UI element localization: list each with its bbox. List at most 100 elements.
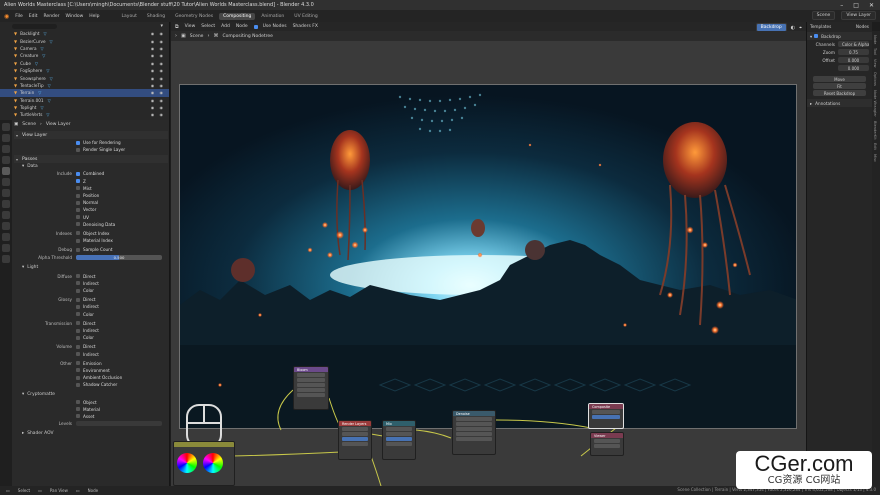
- sidebar-tab-node-wrangler[interactable]: Node Wrangler: [873, 90, 877, 117]
- sidebar-tab-options[interactable]: Options: [873, 72, 877, 86]
- menu-item-file[interactable]: File: [15, 14, 23, 19]
- nodes-menu[interactable]: Nodes: [856, 24, 869, 29]
- composite-node[interactable]: Composite: [588, 403, 624, 429]
- shaders-fx-menu[interactable]: Shaders FX: [293, 24, 318, 29]
- properties-tab-icon[interactable]: [2, 134, 10, 142]
- pass-checkbox[interactable]: Other Emission: [14, 360, 168, 367]
- color-balance-node[interactable]: [173, 441, 235, 486]
- properties-tab-icon[interactable]: [2, 189, 10, 197]
- pass-checkbox[interactable]: Mist: [14, 185, 168, 192]
- tab-compositing[interactable]: Compositing: [219, 12, 256, 20]
- sidebar-tab-view[interactable]: View: [873, 59, 877, 68]
- light-subpanel-header[interactable]: ▾ Light: [14, 264, 168, 271]
- outliner-item[interactable]: ▼ Creature ▽ ◉ ◉: [0, 52, 169, 59]
- outliner-item[interactable]: ▼ Cube ▽ ◉ ◉: [0, 60, 169, 67]
- pass-checkbox[interactable]: Color: [14, 311, 168, 318]
- pass-checkbox[interactable]: Glossy Direct: [14, 296, 168, 303]
- visibility-icon[interactable]: ◉ ◉: [151, 31, 165, 36]
- visibility-icon[interactable]: ◉ ◉: [151, 53, 165, 58]
- cryptomatte-subpanel-header[interactable]: ▾ Cryptomatte: [14, 391, 168, 398]
- compositor-menu-select[interactable]: Select: [201, 24, 215, 29]
- pass-checkbox[interactable]: Volume Direct: [14, 343, 168, 350]
- close-icon[interactable]: ✕: [869, 2, 874, 9]
- view-layer-panel-header[interactable]: ▾ View Layer: [14, 131, 168, 139]
- properties-tab-icon[interactable]: [2, 145, 10, 153]
- pass-checkbox[interactable]: Material Index: [14, 237, 168, 244]
- properties-tab-icon[interactable]: [2, 255, 10, 263]
- use-for-rendering-checkbox[interactable]: Use for Rendering: [14, 139, 168, 146]
- properties-tab-icon[interactable]: [2, 178, 10, 186]
- render-layers-node[interactable]: Render Layers: [338, 420, 372, 460]
- sidebar-tab-blenderkit[interactable]: BlenderKit: [873, 121, 877, 140]
- minimize-icon[interactable]: –: [840, 2, 843, 9]
- visibility-icon[interactable]: ◉ ◉: [151, 90, 165, 95]
- offset-x-field[interactable]: 0.000: [837, 57, 869, 63]
- sidebar-tab-edit[interactable]: Edit: [873, 143, 877, 150]
- menu-item-help[interactable]: Help: [89, 14, 99, 19]
- fit-button[interactable]: Fit: [813, 83, 866, 89]
- zoom-field[interactable]: 0.75: [837, 49, 869, 55]
- view-layer-selector[interactable]: View Layer: [841, 11, 876, 20]
- pass-checkbox[interactable]: Material: [14, 406, 168, 413]
- annotations-panel-header[interactable]: ▸ Annotations: [807, 99, 872, 107]
- offset-y-field[interactable]: 0.000: [837, 65, 869, 71]
- viewer-node[interactable]: Viewer: [590, 432, 624, 456]
- pass-checkbox[interactable]: UV: [14, 214, 168, 221]
- properties-tab-icon[interactable]: [2, 233, 10, 241]
- outliner-item[interactable]: ▼ Snowsphere ▽ ◉ ◉: [0, 74, 169, 81]
- use-nodes-checkbox[interactable]: Use Nodes: [253, 24, 287, 29]
- visibility-icon[interactable]: ◉ ◉: [151, 105, 165, 110]
- properties-tab-icon[interactable]: [2, 211, 10, 219]
- scene-selector[interactable]: Scene: [811, 11, 836, 20]
- pass-checkbox[interactable]: Normal: [14, 199, 168, 206]
- outliner-item[interactable]: ▼ Camera ▽ ◉ ◉: [0, 45, 169, 52]
- tab-layout[interactable]: Layout: [118, 13, 141, 20]
- outliner-item[interactable]: ▼ TurtleVerts ▽ ◉ ◉: [0, 111, 169, 118]
- color-wheel-icon[interactable]: [177, 453, 197, 473]
- pass-checkbox[interactable]: Position: [14, 192, 168, 199]
- color-wheel-icon[interactable]: [203, 453, 223, 473]
- visibility-icon[interactable]: ◉ ◉: [151, 76, 165, 81]
- menu-item-window[interactable]: Window: [66, 14, 84, 19]
- pass-checkbox[interactable]: Shadow Catcher: [14, 381, 168, 388]
- outliner-item[interactable]: ▼ Toplight ▽ ◉ ◉: [0, 104, 169, 111]
- move-button[interactable]: Move: [813, 76, 866, 82]
- outliner-item[interactable]: ▼ FogSphere ▽ ◉ ◉: [0, 67, 169, 74]
- tab-uv-editing[interactable]: UV Editing: [290, 13, 321, 20]
- visibility-icon[interactable]: ◉ ◉: [151, 68, 165, 73]
- bloom-node[interactable]: Bloom: [293, 366, 329, 410]
- sidebar-tab-misc[interactable]: Misc: [873, 154, 877, 162]
- pass-checkbox[interactable]: Color: [14, 287, 168, 294]
- channels-dropdown[interactable]: Color & Alpha: [837, 41, 869, 47]
- backdrop-checkbox[interactable]: [814, 34, 819, 38]
- outliner-item[interactable]: ▼ BezierCurve ▽ ◉ ◉: [0, 37, 169, 44]
- pass-checkbox[interactable]: Diffuse Direct: [14, 273, 168, 280]
- denoise-node[interactable]: Denoise: [452, 410, 496, 455]
- visibility-icon[interactable]: ◉ ◉: [151, 83, 165, 88]
- pass-checkbox[interactable]: Indirect: [14, 327, 168, 334]
- sidebar-tab-node[interactable]: Node: [873, 35, 877, 44]
- reset-backdrop-button[interactable]: Reset Backdrop: [813, 90, 866, 96]
- shader-aov-subpanel-header[interactable]: ▸ Shader AOV: [14, 430, 168, 437]
- data-subpanel-header[interactable]: ▾ Data: [14, 163, 168, 170]
- blender-logo-icon[interactable]: ◉: [4, 13, 9, 20]
- pass-checkbox[interactable]: Environment: [14, 367, 168, 374]
- pass-checkbox[interactable]: Indirect: [14, 280, 168, 287]
- properties-tab-icon[interactable]: [2, 156, 10, 164]
- outliner-search-input[interactable]: [12, 23, 57, 29]
- menu-item-render[interactable]: Render: [44, 14, 60, 19]
- pass-checkbox[interactable]: Include Combined: [14, 170, 168, 177]
- properties-tab-icon[interactable]: [2, 200, 10, 208]
- maximize-icon[interactable]: □: [853, 2, 859, 9]
- outliner-item[interactable]: ▼ Terrain ▽ ◉ ◉: [0, 89, 169, 97]
- properties-tab-icon[interactable]: [2, 222, 10, 230]
- menu-item-edit[interactable]: Edit: [29, 14, 38, 19]
- properties-tab-icon[interactable]: [2, 123, 10, 131]
- tab-animation[interactable]: Animation: [257, 13, 288, 20]
- visibility-icon[interactable]: ◉ ◉: [151, 39, 165, 44]
- mix-node[interactable]: Mix: [382, 420, 416, 460]
- visibility-icon[interactable]: ◉ ◉: [151, 46, 165, 51]
- visibility-icon[interactable]: ◉ ◉: [151, 61, 165, 66]
- snap-icon[interactable]: ⌖: [799, 25, 802, 31]
- properties-tab-icon[interactable]: [2, 167, 10, 175]
